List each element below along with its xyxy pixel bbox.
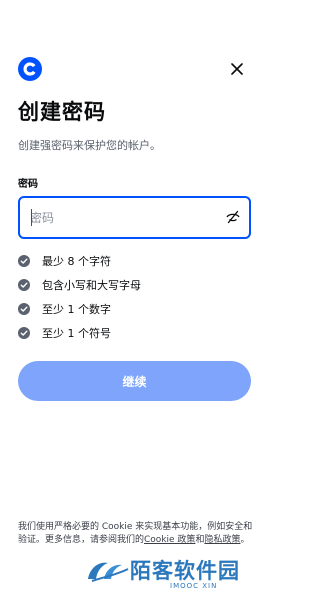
password-label: 密码	[18, 179, 38, 190]
close-button[interactable]	[227, 59, 247, 79]
eye-slash-icon[interactable]	[225, 209, 241, 225]
check-circle-icon	[18, 327, 30, 339]
coinbase-logo-icon	[18, 57, 42, 81]
password-field[interactable]	[18, 196, 251, 239]
check-circle-icon	[18, 303, 30, 315]
password-input[interactable]	[30, 198, 220, 237]
requirement-number: 至少 1 个数字	[18, 301, 111, 317]
requirement-label: 至少 1 个符号	[42, 327, 111, 340]
watermark-subtitle: IMOOC XIN	[170, 582, 218, 590]
cookie-notice-end: 。	[240, 535, 250, 545]
text-caret	[31, 209, 32, 226]
requirement-symbol: 至少 1 个符号	[18, 325, 111, 341]
cookie-notice: 我们使用严格必要的 Cookie 来实现基本功能，例如安全和验证。更多信息，请参…	[18, 521, 254, 547]
watermark: 陌客软件园 IMOOC XIN	[86, 555, 262, 595]
requirement-min-length: 最少 8 个字符	[18, 253, 111, 269]
create-password-screen: 创建密码 创建强密码来保护您的帐户。 密码 最少 8 个字符 包含小写和大写字母…	[0, 0, 270, 600]
page-subtitle: 创建强密码来保护您的帐户。	[18, 139, 161, 152]
continue-button[interactable]: 继续	[18, 361, 251, 401]
watermark-title: 陌客软件园	[130, 559, 240, 583]
close-icon	[231, 63, 243, 75]
check-circle-icon	[18, 255, 30, 267]
page-title: 创建密码	[18, 100, 106, 124]
requirement-label: 至少 1 个数字	[42, 303, 111, 316]
cookie-policy-link[interactable]: Cookie 政策	[144, 535, 195, 545]
check-circle-icon	[18, 279, 30, 291]
watermark-logo-icon	[88, 562, 129, 582]
privacy-policy-link[interactable]: 隐私政策	[204, 535, 240, 545]
requirement-case: 包含小写和大写字母	[18, 277, 141, 293]
requirement-label: 包含小写和大写字母	[42, 279, 141, 292]
requirement-label: 最少 8 个字符	[42, 255, 111, 268]
